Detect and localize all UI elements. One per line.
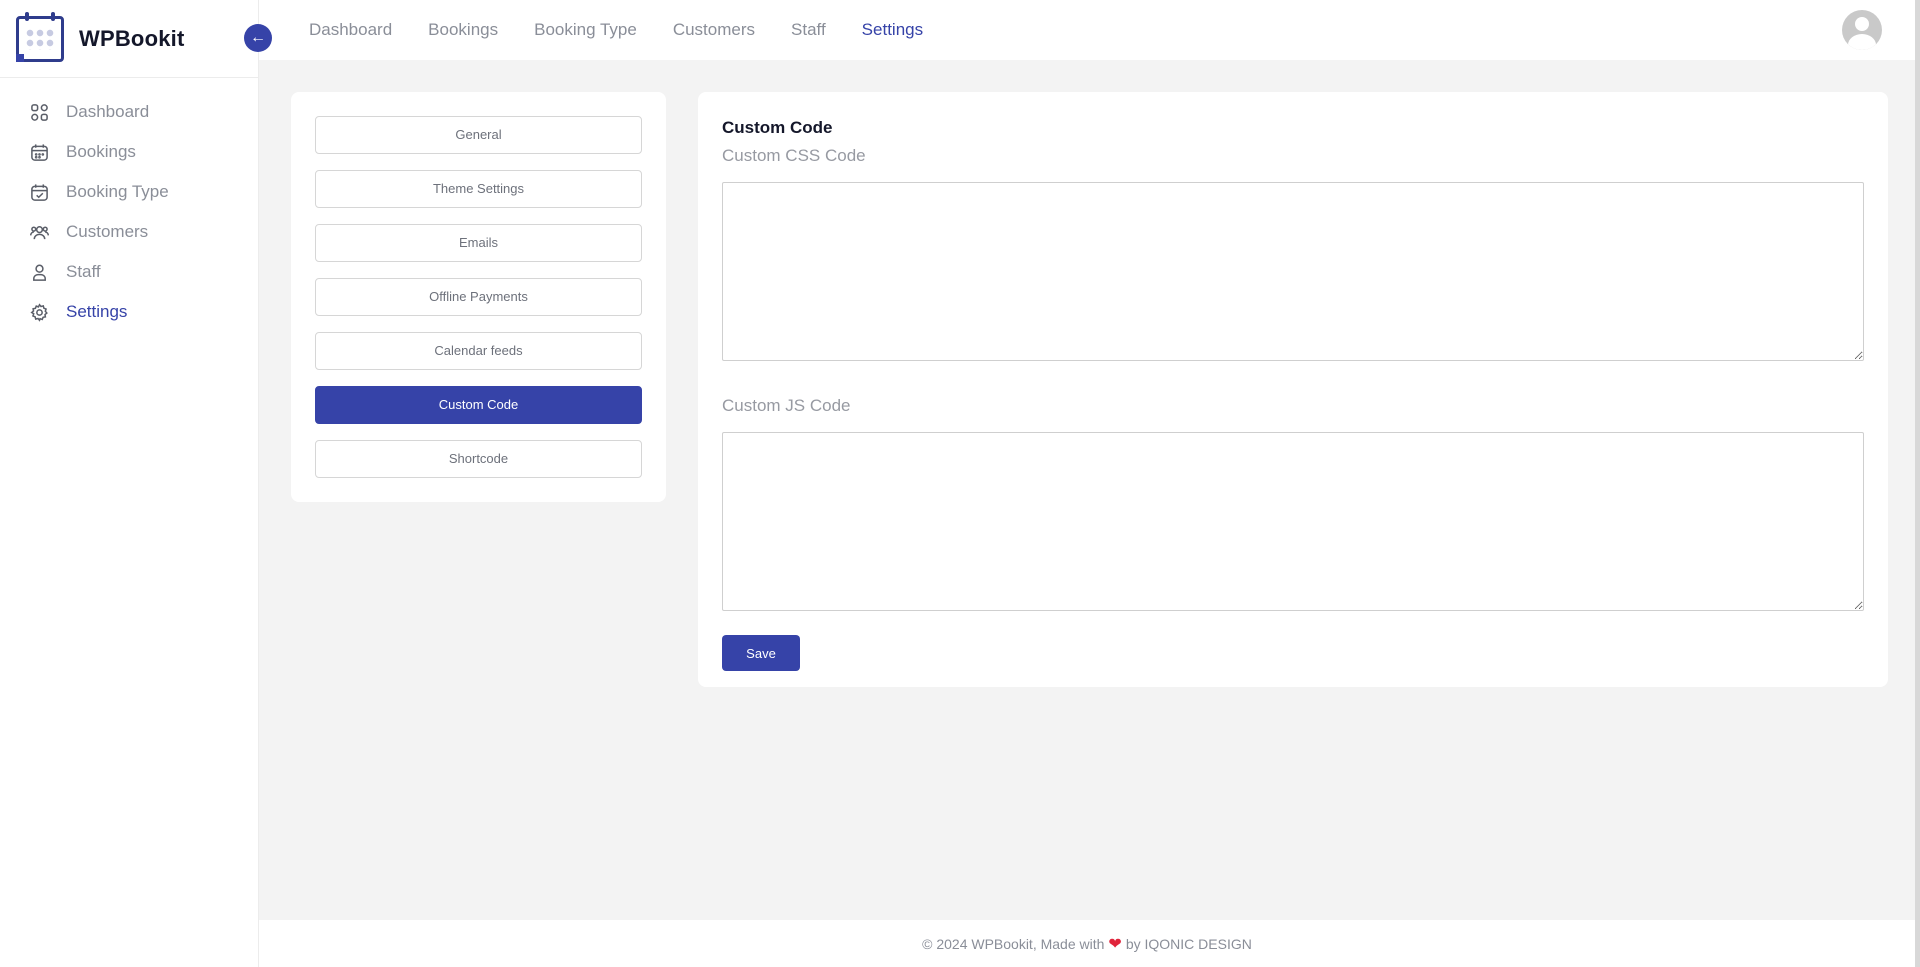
settings-menu: General Theme Settings Emails Offline Pa… [291,92,666,502]
settings-tab-shortcode[interactable]: Shortcode [315,440,642,478]
save-button[interactable]: Save [722,635,800,671]
sidebar: WPBookit Dashboard Bookings Booking Type… [0,0,259,967]
sidebar-item-staff[interactable]: Staff [0,252,258,292]
page-scrollbar[interactable] [1915,0,1920,967]
heart-icon: ❤ [1108,935,1122,953]
custom-js-label: Custom JS Code [722,396,851,415]
sidebar-item-bookings[interactable]: Bookings [0,132,258,172]
sidebar-item-label: Settings [66,302,128,321]
topnav-settings[interactable]: Settings [862,20,923,40]
dashboard-grid-icon [29,102,49,122]
sidebar-item-booking-type[interactable]: Booking Type [0,172,258,212]
sidebar-item-settings[interactable]: Settings [0,292,258,332]
arrow-left-icon: ← [250,29,266,46]
sidebar-item-customers[interactable]: Customers [0,212,258,252]
sidebar-item-dashboard[interactable]: Dashboard [0,92,258,132]
footer: © 2024 WPBookit, Made with ❤ by IQONIC D… [259,920,1915,967]
top-navigation: Dashboard Bookings Booking Type Customer… [259,0,1920,60]
wpbookit-logo-icon [16,11,64,62]
sidebar-item-label: Bookings [66,142,136,161]
sidebar-item-label: Staff [66,262,101,281]
user-icon [29,262,49,282]
settings-tab-calendar-feeds[interactable]: Calendar feeds [315,332,642,370]
topnav-bookings[interactable]: Bookings [428,20,498,40]
settings-tab-theme-settings[interactable]: Theme Settings [315,170,642,208]
settings-tab-general[interactable]: General [315,116,642,154]
custom-code-panel: Custom Code Custom CSS Code Custom JS Co… [698,92,1888,687]
topnav-booking-type[interactable]: Booking Type [534,20,637,40]
settings-tab-emails[interactable]: Emails [315,224,642,262]
brand-name: WPBookit [79,25,185,51]
sidebar-item-label: Dashboard [66,102,150,121]
collapse-sidebar-button[interactable]: ← [244,24,272,52]
users-icon [29,222,49,242]
footer-prefix: © 2024 WPBookit, Made with [922,935,1105,952]
topnav-customers[interactable]: Customers [673,20,755,40]
custom-css-label: Custom CSS Code [722,146,866,165]
user-avatar[interactable] [1842,10,1882,50]
calendar-icon [29,142,49,162]
gear-icon [29,302,49,322]
sidebar-nav: Dashboard Bookings Booking Type Customer… [0,78,258,332]
sidebar-item-label: Booking Type [66,182,169,201]
topnav-staff[interactable]: Staff [791,20,826,40]
calendar-check-icon [29,182,49,202]
custom-css-textarea[interactable] [722,182,1864,361]
sidebar-item-label: Customers [66,222,149,241]
footer-suffix: by IQONIC DESIGN [1125,935,1252,952]
panel-title: Custom Code [722,118,833,137]
settings-tab-custom-code[interactable]: Custom Code [315,386,642,424]
settings-tab-offline-payments[interactable]: Offline Payments [315,278,642,316]
custom-js-textarea[interactable] [722,432,1864,611]
topnav-dashboard[interactable]: Dashboard [309,20,392,40]
brand: WPBookit [0,0,258,78]
